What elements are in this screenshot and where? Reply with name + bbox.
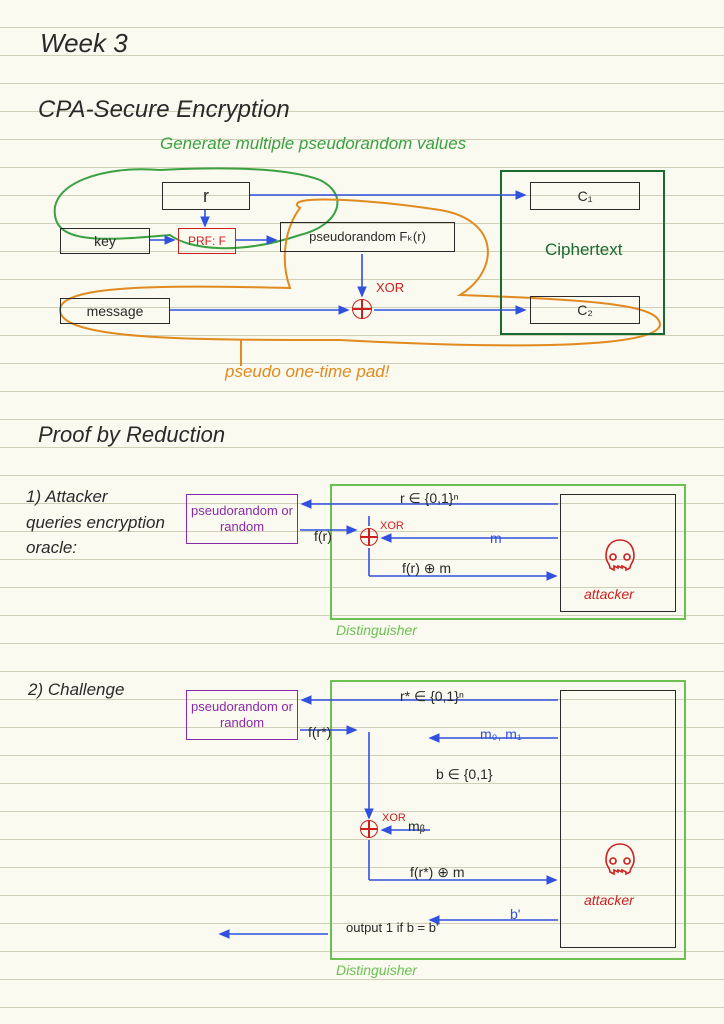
- annot-generate-multiple: Generate multiple pseudorandom values: [160, 134, 466, 154]
- label-rstar-in: r* ∈ {0,1}ⁿ: [400, 688, 464, 705]
- annot-pseudo-otp: pseudo one-time pad!: [225, 362, 389, 382]
- page-title: Week 3: [40, 28, 128, 59]
- label-fr: f(r): [314, 528, 332, 544]
- label-bprime: b': [510, 906, 520, 922]
- orange-tick: [235, 338, 247, 366]
- label-fr-xor-m: f(r) ⊕ m: [402, 560, 451, 577]
- heading-cpa-secure: CPA-Secure Encryption: [38, 96, 290, 124]
- label-frstar: f(r*): [308, 724, 331, 740]
- label-r-in-01n: r ∈ {0,1}ⁿ: [400, 490, 459, 507]
- label-m: m: [490, 530, 502, 546]
- label-b-in-01: b ∈ {0,1}: [436, 766, 493, 783]
- label-frstar-xor-m: f(r*) ⊕ m: [410, 864, 465, 881]
- arrows-diagram1: [50, 170, 670, 350]
- step1-label: 1) Attacker queries encryption oracle:: [26, 484, 166, 561]
- label-mb: mᵦ: [408, 818, 425, 834]
- label-m0m1: m₀, m₁: [480, 726, 522, 742]
- label-output-1-if: output 1 if b = b': [346, 920, 456, 936]
- heading-proof-reduction: Proof by Reduction: [38, 422, 225, 448]
- step2-label: 2) Challenge: [28, 680, 124, 700]
